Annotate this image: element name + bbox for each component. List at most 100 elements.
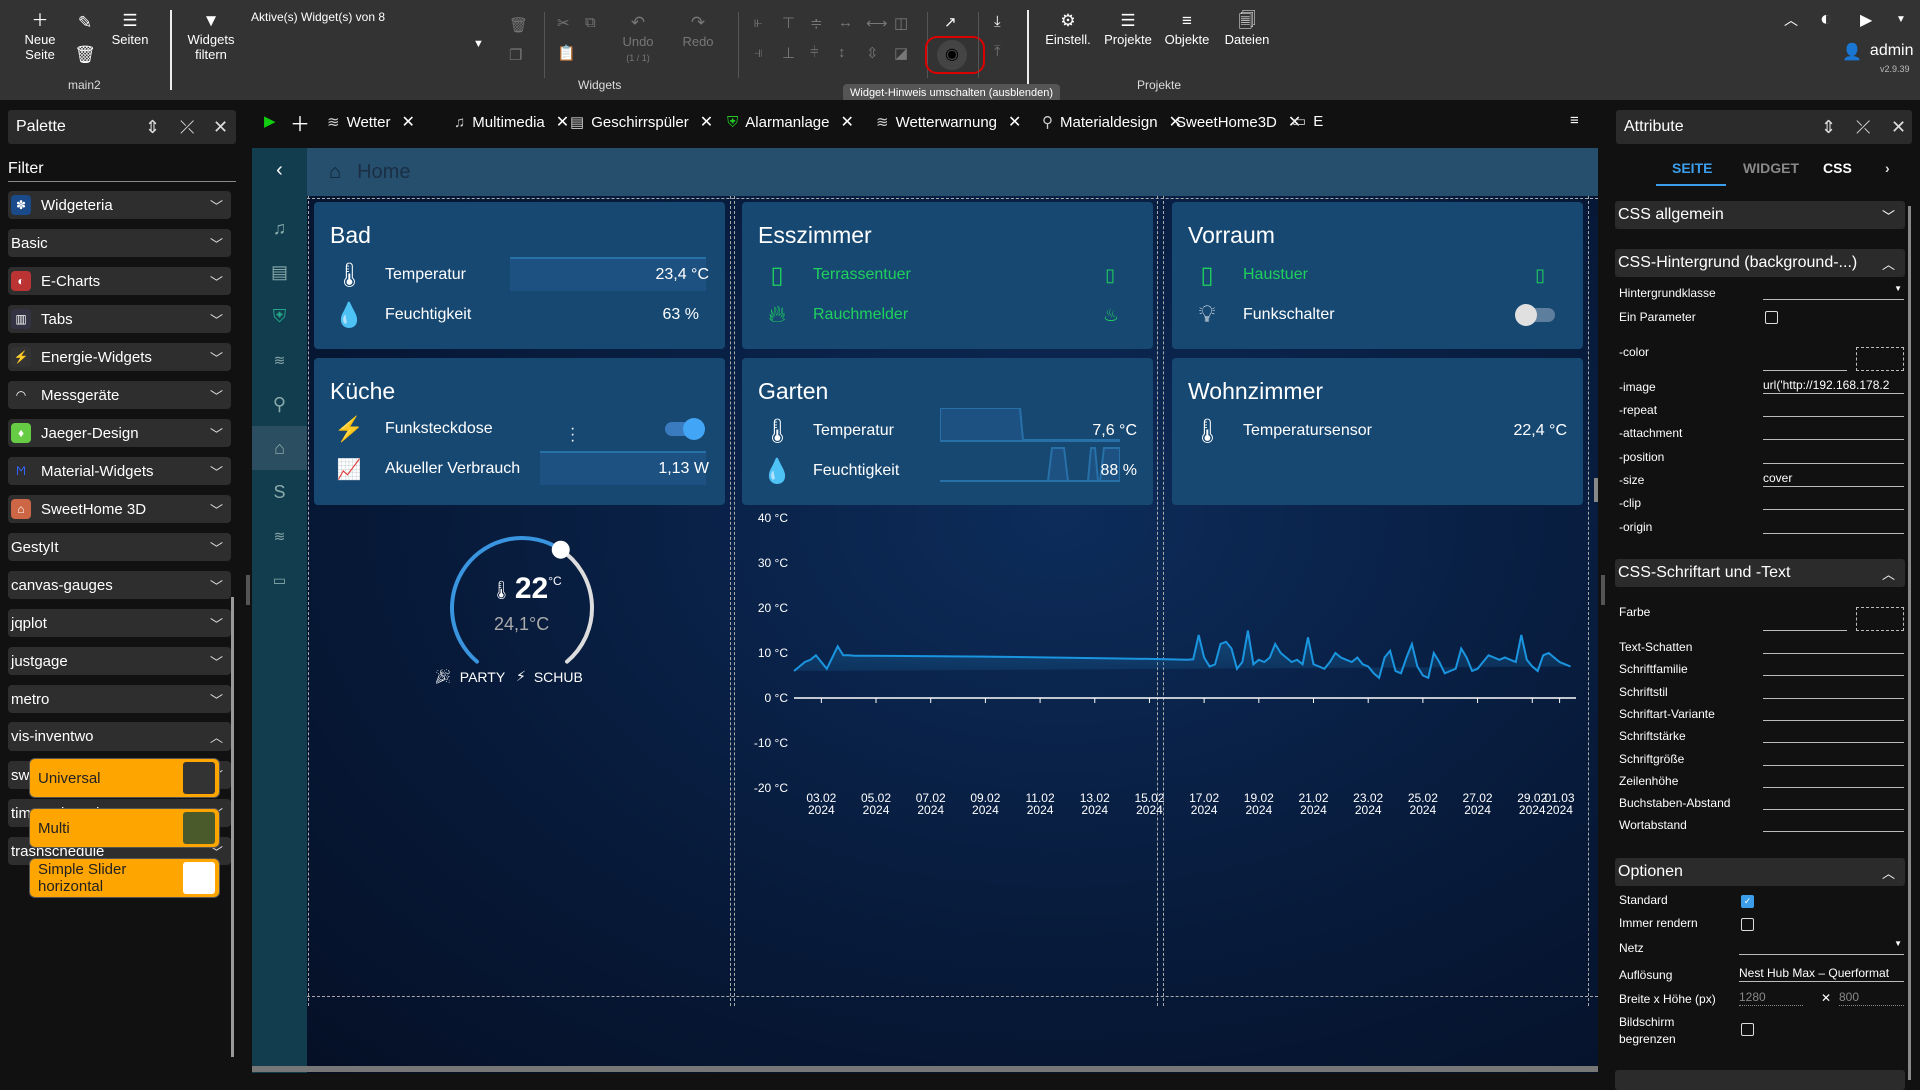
pages-button[interactable]: ☰ Seiten	[108, 10, 152, 47]
export-icon[interactable]: ⤒	[994, 43, 1001, 60]
align-bottom-icon[interactable]: ⊥	[782, 44, 795, 62]
palette-group-sweethome-3d[interactable]: ⌂ SweetHome 3D ﹀	[8, 495, 231, 523]
more-options-icon[interactable]: · · ·	[570, 421, 575, 449]
palette-group-energie-widgets[interactable]: ⚡ Energie-Widgets ﹀	[8, 343, 231, 371]
font-color-swatch[interactable]	[1856, 607, 1904, 631]
tab-widget[interactable]: WIDGET	[1743, 160, 1799, 176]
run-icon[interactable]: ▶	[1860, 10, 1872, 30]
align-vcenter-icon[interactable]: ≑	[810, 14, 823, 32]
palette-group-metro[interactable]: metro ﹀	[8, 685, 231, 713]
collapse-all-icon[interactable]: ⤫	[1856, 117, 1870, 138]
palette-group-tabs[interactable]: ▥ Tabs ﹀	[8, 305, 231, 333]
active-widgets-dropdown[interactable]: ▼	[473, 38, 484, 50]
party-button[interactable]: 🎉︎ PARTY	[434, 668, 505, 685]
palette-group-jqplot[interactable]: jqplot ﹀	[8, 609, 231, 637]
run-view-icon[interactable]: ▶	[264, 112, 276, 130]
always-render-checkbox[interactable]	[1741, 918, 1754, 931]
theme-toggle-icon[interactable]: ◐	[1820, 8, 1832, 31]
font-style-input[interactable]	[1763, 683, 1904, 699]
rename-page-button[interactable]: ✎	[74, 12, 96, 34]
files-button[interactable]: 🗐 Dateien	[1220, 10, 1274, 47]
run-menu-chevron-icon[interactable]: ▼	[1896, 14, 1906, 25]
font-family-input[interactable]	[1763, 660, 1904, 676]
send-back-icon[interactable]: ◪	[894, 44, 908, 62]
section-css-background[interactable]: CSS-Hintergrund (background-...) ︿	[1615, 249, 1905, 277]
palette-group-messger-te[interactable]: ◠ Messgeräte ﹀	[8, 381, 231, 409]
section-css-font[interactable]: CSS-Schriftart und -Text ︿	[1615, 559, 1905, 587]
bring-front-icon[interactable]: ◫	[894, 14, 908, 32]
background-attachment-input[interactable]	[1763, 424, 1904, 440]
attributes-scrollbar[interactable]	[1908, 206, 1911, 1080]
widget-multi[interactable]: Multi	[29, 808, 220, 848]
collapse-toolbar-icon[interactable]: ︿	[1784, 10, 1798, 30]
tab-multimedia[interactable]: ♫ Multimedia ✕	[454, 112, 569, 132]
close-tab-icon[interactable]: ✕	[556, 112, 569, 132]
nav-dishwasher-icon[interactable]: ▤	[252, 250, 307, 294]
palette-group-e-charts[interactable]: ◐ E-Charts ﹀	[8, 267, 231, 295]
palette-group-gestyit[interactable]: GestyIt ﹀	[8, 533, 231, 561]
letter-spacing-input[interactable]	[1763, 794, 1904, 810]
background-origin-input[interactable]	[1763, 518, 1904, 534]
palette-resize-handle[interactable]	[246, 575, 250, 605]
background-position-input[interactable]	[1763, 448, 1904, 464]
user-menu[interactable]: 👤 admin	[1842, 42, 1914, 62]
redo-button[interactable]: ↷ Redo	[678, 12, 718, 49]
close-tab-icon[interactable]: ✕	[700, 112, 713, 132]
tab-wetter[interactable]: ≋ Wetter ✕	[327, 112, 415, 132]
nav-shield-icon[interactable]: ⛨	[252, 294, 307, 338]
objects-button[interactable]: ≡ Objekte	[1160, 10, 1214, 47]
expand-all-icon[interactable]: ⇕	[1821, 117, 1836, 138]
background-color-input[interactable]	[1763, 355, 1847, 371]
duplicate-icon[interactable]: ⧉	[585, 14, 596, 31]
widget-universal[interactable]: Universal	[29, 758, 220, 798]
boost-button[interactable]: ⚡︎ SCHUB	[516, 668, 583, 685]
nav-magnifier-icon[interactable]: ⚲	[252, 382, 307, 426]
settings-button[interactable]: ⚙ Einstell.	[1042, 10, 1094, 47]
nav-weather-icon[interactable]: ≋	[252, 338, 307, 382]
nav-music-icon[interactable]: ♫	[252, 206, 307, 250]
palette-group-vis-inventwo[interactable]: vis-inventwo ︿	[8, 722, 231, 750]
palette-group-material-widgets[interactable]: Ϻ Material-Widgets ﹀	[8, 457, 231, 485]
font-variant-input[interactable]	[1763, 705, 1904, 721]
nav-bus-icon[interactable]: ▭	[252, 558, 307, 602]
one-parameter-checkbox[interactable]	[1765, 311, 1778, 324]
tab-materialdesign[interactable]: ⚲ Materialdesign ✕	[1042, 112, 1182, 132]
open-external-icon[interactable]: ↗	[944, 13, 957, 31]
same-width-icon[interactable]: ⟷	[866, 14, 888, 32]
copy-widget-icon[interactable]: ❐	[509, 46, 522, 64]
new-page-button[interactable]: ＋ Neue Seite	[22, 10, 58, 62]
paste-icon[interactable]: 📋	[557, 44, 576, 62]
close-icon[interactable]: ✕	[1891, 117, 1906, 138]
delete-page-button[interactable]: 🗑	[74, 44, 96, 66]
same-height-icon[interactable]: ⇳	[866, 44, 879, 62]
tab-geschirrsp-ler[interactable]: ▤ Geschirrspüler ✕	[570, 112, 713, 132]
tab-alarmanlage[interactable]: ⛨ Alarmanlage ✕	[727, 112, 854, 132]
tab-sweethome3d[interactable]: SweetHome3D ✕	[1176, 112, 1301, 132]
background-size-input[interactable]: cover	[1763, 471, 1904, 487]
nav-weather-warning-icon[interactable]: ≋	[252, 514, 307, 558]
add-view-icon[interactable]: ＋	[290, 108, 310, 137]
background-image-input[interactable]: url('http://192.168.178.2	[1763, 378, 1904, 394]
close-icon[interactable]: ✕	[213, 117, 228, 138]
close-tab-icon[interactable]: ✕	[401, 112, 414, 132]
horizontal-scrollbar[interactable]	[252, 1066, 1598, 1072]
background-class-select[interactable]: ▼	[1763, 284, 1904, 300]
nav-s-icon[interactable]: S	[252, 470, 307, 514]
limit-screen-checkbox[interactable]	[1741, 1023, 1754, 1036]
collapse-all-icon[interactable]: ⤫	[180, 117, 194, 138]
background-repeat-input[interactable]	[1763, 401, 1904, 417]
palette-group-jaeger-design[interactable]: ♦ Jaeger-Design ﹀	[8, 419, 231, 447]
distribute-h-icon[interactable]: ↔	[838, 14, 853, 31]
align-hcenter-icon[interactable]: ⫩	[810, 44, 819, 61]
tabs-next-icon[interactable]: ›	[1885, 160, 1890, 176]
resolution-select[interactable]: Nest Hub Max – Querformat	[1739, 966, 1904, 982]
tab-wetterwarnung[interactable]: ≋ Wetterwarnung ✕	[876, 112, 1021, 132]
font-color-input[interactable]	[1763, 615, 1847, 631]
word-spacing-input[interactable]	[1763, 816, 1904, 832]
background-color-swatch[interactable]	[1856, 347, 1904, 371]
grid-select[interactable]: ▼	[1739, 939, 1904, 955]
canvas-scrollbar[interactable]	[1594, 478, 1598, 502]
palette-group-basic[interactable]: Basic ﹀	[8, 229, 231, 257]
tab-e[interactable]: ▭ E	[1292, 112, 1323, 131]
align-left-icon[interactable]: ⫦	[754, 14, 762, 31]
